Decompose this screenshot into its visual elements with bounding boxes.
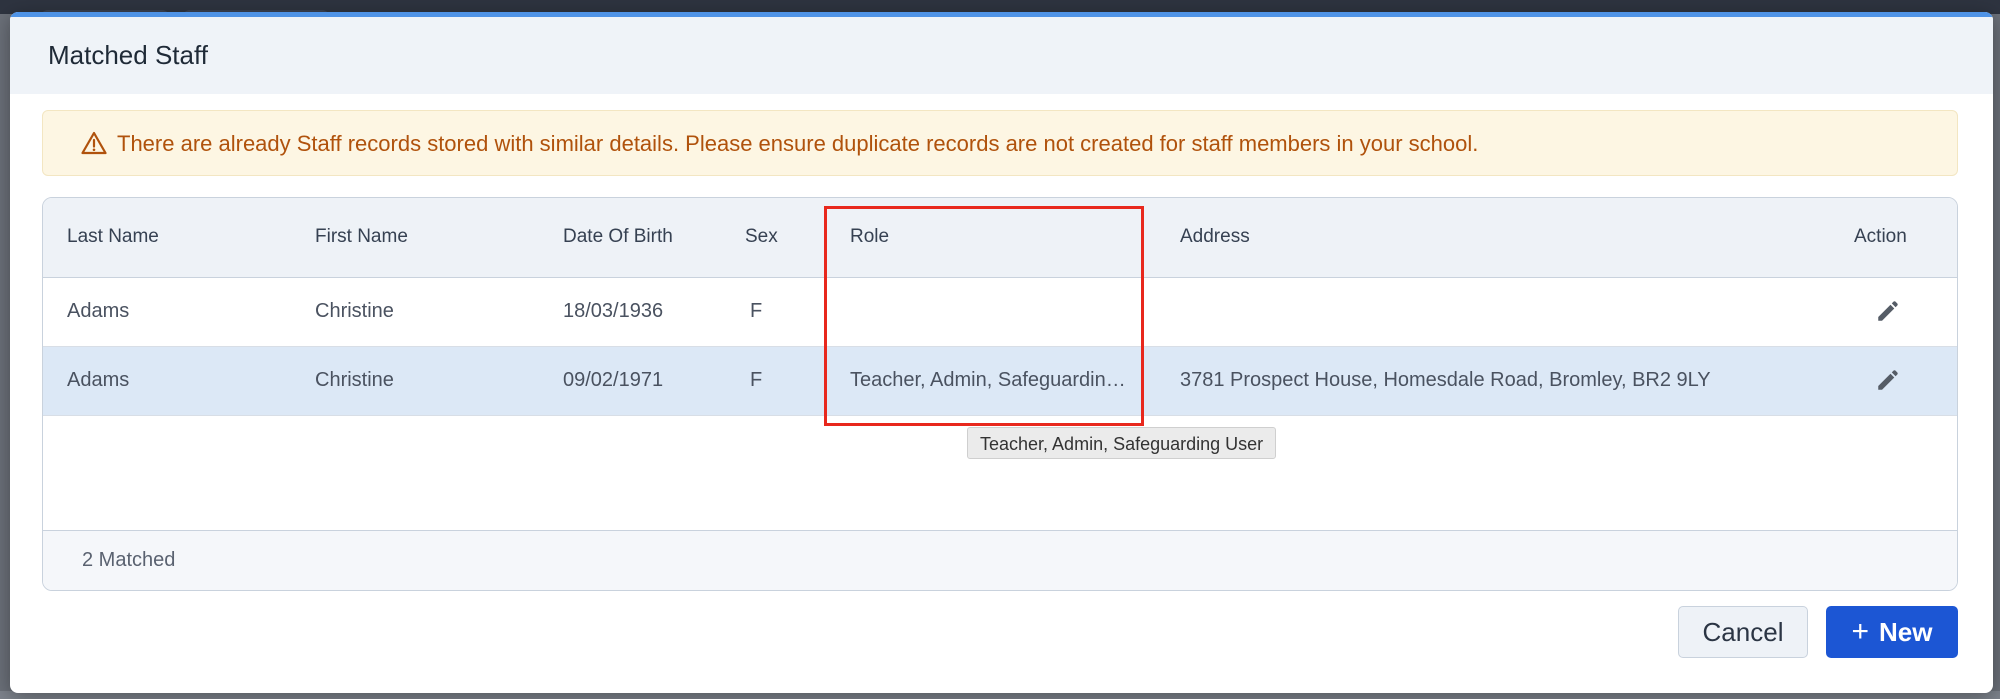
cell-last-name: Adams <box>67 300 130 322</box>
table-header: Last Name First Name Date Of Birth Sex R… <box>43 198 1957 278</box>
role-tooltip: Teacher, Admin, Safeguarding User <box>967 427 1277 459</box>
dialog-header: Matched Staff <box>10 17 1993 94</box>
column-header-action: Action <box>1854 226 1907 247</box>
duplicate-warning-alert: There are already Staff records stored w… <box>42 110 1958 176</box>
edit-pencil-icon[interactable] <box>1875 298 1901 324</box>
column-header-date-of-birth[interactable]: Date Of Birth <box>563 226 673 248</box>
column-header-role[interactable]: Role <box>850 226 889 248</box>
warning-triangle-icon <box>81 131 107 155</box>
new-button-label: New <box>1879 616 1933 647</box>
new-button[interactable]: + New <box>1826 606 1958 658</box>
plus-icon: + <box>1851 615 1870 648</box>
column-header-sex[interactable]: Sex <box>745 226 778 248</box>
warning-message: There are already Staff records stored w… <box>117 131 1479 156</box>
cell-address: 3781 Prospect House, Homesdale Road, Bro… <box>1180 369 1711 391</box>
table-row[interactable]: Adams Christine 18/03/1936 F <box>43 278 1957 347</box>
table-footer: 2 Matched <box>43 530 1957 590</box>
cell-last-name: Adams <box>67 369 130 391</box>
cell-date-of-birth: 18/03/1936 <box>563 300 664 322</box>
matched-staff-dialog: Matched Staff There are already Staff re… <box>10 12 1993 693</box>
cell-sex: F <box>750 300 763 322</box>
matched-count: 2 Matched <box>82 549 176 571</box>
matched-staff-table: Last Name First Name Date Of Birth Sex R… <box>42 197 1958 591</box>
cell-date-of-birth: 09/02/1971 <box>563 369 664 391</box>
dialog-title: Matched Staff <box>48 40 208 70</box>
cell-first-name: Christine <box>315 369 394 391</box>
cancel-button[interactable]: Cancel <box>1678 606 1808 658</box>
table-row-selected[interactable]: Adams Christine 09/02/1971 F Teacher, Ad… <box>43 347 1957 416</box>
cell-first-name: Christine <box>315 300 394 322</box>
column-header-last-name[interactable]: Last Name <box>67 226 159 248</box>
column-header-first-name[interactable]: First Name <box>315 226 408 248</box>
cancel-button-label: Cancel <box>1702 616 1784 647</box>
cell-role: Teacher, Admin, Safeguarding User <box>850 369 1132 391</box>
edit-pencil-icon[interactable] <box>1875 367 1901 393</box>
column-header-address[interactable]: Address <box>1180 226 1250 248</box>
cell-sex: F <box>750 369 763 391</box>
